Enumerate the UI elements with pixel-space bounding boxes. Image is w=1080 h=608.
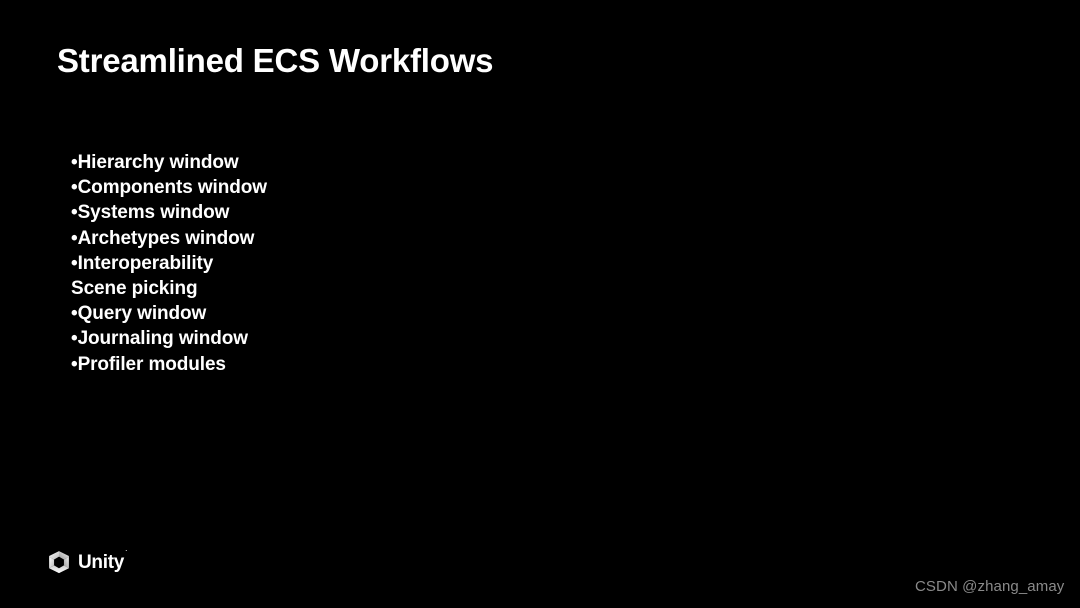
- list-item: •Hierarchy window: [71, 150, 591, 175]
- list-item: •Archetypes window: [71, 226, 591, 251]
- list-item-label: Journaling window: [77, 328, 248, 350]
- list-item-label: Profiler modules: [77, 353, 226, 375]
- list-item: •Components window: [71, 175, 591, 200]
- list-item-label: Query window: [77, 303, 207, 325]
- list-item-label: Scene picking: [71, 278, 198, 300]
- list-item-label: Interoperability: [77, 252, 214, 274]
- unity-cube-icon: [49, 551, 69, 574]
- list-item: •Journaling window: [71, 326, 591, 351]
- list-item: •Interoperability: [71, 251, 591, 276]
- unity-wordmark: Unity: [78, 552, 125, 573]
- list-item-label: Systems window: [77, 202, 230, 224]
- list-item: •Profiler modules: [71, 352, 591, 377]
- list-item-label: Archetypes window: [77, 227, 255, 249]
- list-item-label: Components window: [77, 177, 267, 199]
- list-item: Scene picking: [71, 276, 591, 301]
- list-item: •Systems window: [71, 200, 591, 225]
- list-item: •Query window: [71, 301, 591, 326]
- list-item-label: Hierarchy window: [77, 152, 239, 173]
- page-title: Streamlined ECS Workflows: [57, 42, 494, 79]
- presentation-slide: Streamlined ECS Workflows •Hierarchy win…: [0, 0, 1080, 608]
- unity-logo: Unity˙: [46, 546, 128, 578]
- unity-wordmark-container: Unity˙: [78, 548, 128, 573]
- bullet-list: •Hierarchy window •Components window •Sy…: [71, 150, 591, 377]
- trademark-icon: ˙: [125, 548, 128, 558]
- watermark: CSDN @zhang_amay: [915, 578, 1065, 595]
